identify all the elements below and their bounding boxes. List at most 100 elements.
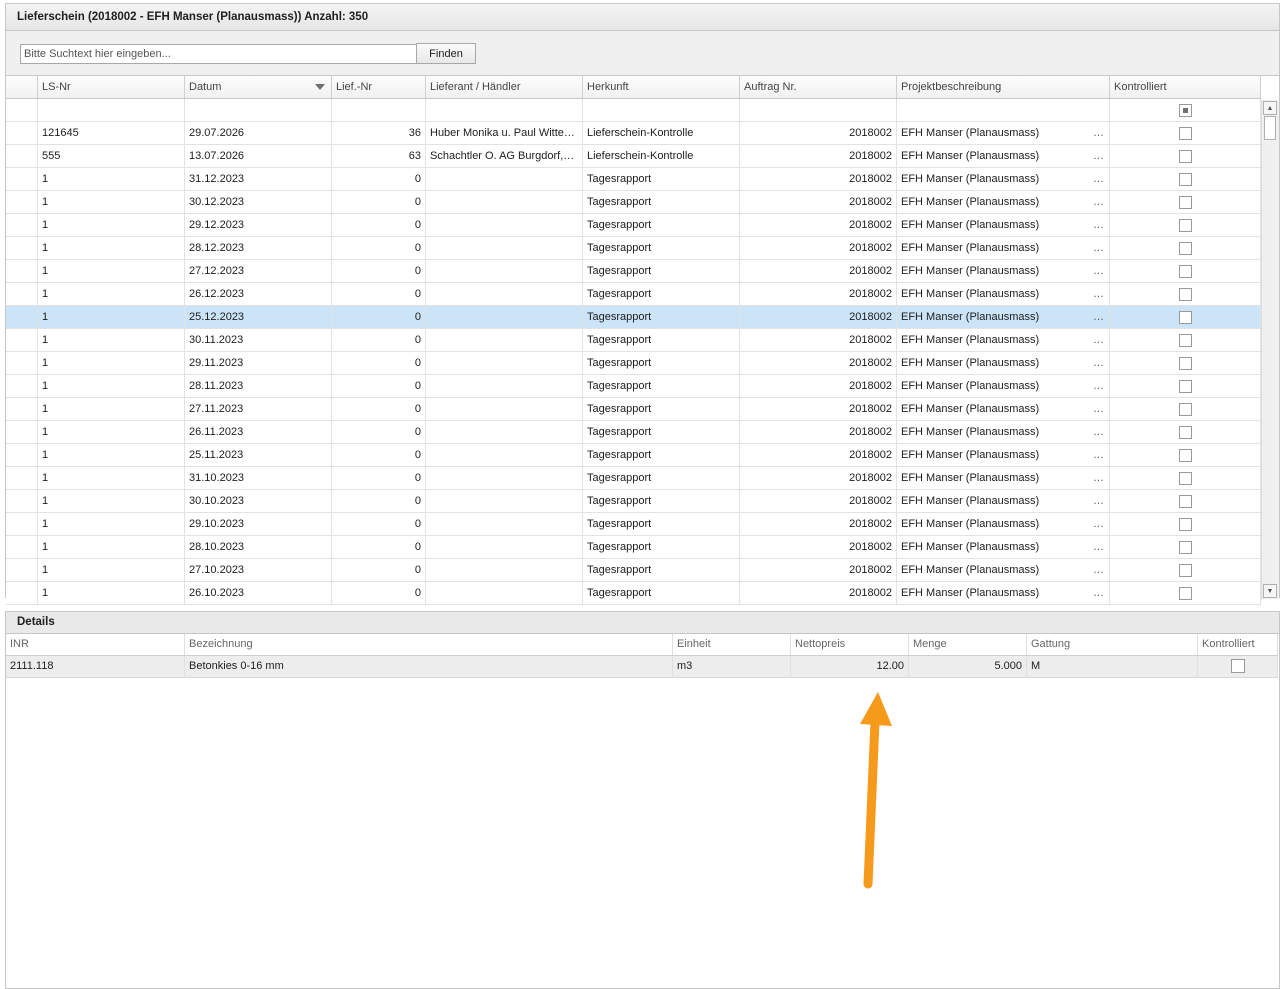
search-input[interactable] bbox=[20, 44, 418, 64]
grid-header-row[interactable]: LS-Nr Datum Lief.-Nr Lieferant / Händler Her… bbox=[6, 76, 1261, 99]
kontrolliert-checkbox[interactable] bbox=[1178, 287, 1192, 301]
kontrolliert-checkbox[interactable] bbox=[1178, 310, 1192, 324]
details-row[interactable]: 2111.118 Betonkies 0-16 mm m3 12.00 5.000 M bbox=[6, 656, 1278, 678]
filter-cell-datum[interactable] bbox=[185, 99, 332, 121]
table-row[interactable]: 1 28.11.2023 0 Tagesrapport 2018002 EFH Manse… bbox=[6, 375, 1261, 398]
filter-cell-lieferant[interactable] bbox=[426, 99, 583, 121]
filter-cell-lief-nr[interactable] bbox=[332, 99, 426, 121]
column-header-lieferant[interactable]: Lieferant / Händler bbox=[426, 76, 583, 98]
kontrolliert-checkbox[interactable] bbox=[1178, 448, 1192, 462]
table-row[interactable]: 1 29.10.2023 0 Tagesrapport 2018002 EFH Manse… bbox=[6, 513, 1261, 536]
kontrolliert-checkbox[interactable] bbox=[1178, 333, 1192, 347]
cell-kontrolliert[interactable] bbox=[1110, 559, 1261, 581]
more-ellipsis-icon[interactable]: … bbox=[1093, 168, 1104, 190]
cell-kontrolliert[interactable] bbox=[1110, 582, 1261, 604]
more-ellipsis-icon[interactable]: … bbox=[1093, 513, 1104, 535]
cell-kontrolliert[interactable] bbox=[1110, 191, 1261, 213]
details-column-header-kontrolliert[interactable]: Kontrolliert bbox=[1198, 634, 1278, 655]
filter-cell-auftrag[interactable] bbox=[740, 99, 897, 121]
find-button[interactable]: Finden bbox=[416, 43, 476, 64]
cell-kontrolliert[interactable] bbox=[1110, 122, 1261, 144]
column-header-datum[interactable]: Datum bbox=[185, 76, 332, 98]
kontrolliert-checkbox[interactable] bbox=[1178, 563, 1192, 577]
more-ellipsis-icon[interactable]: … bbox=[1093, 260, 1104, 282]
table-row[interactable]: 1 28.12.2023 0 Tagesrapport 2018002 EFH Manse… bbox=[6, 237, 1261, 260]
more-ellipsis-icon[interactable]: … bbox=[1093, 467, 1104, 489]
cell-kontrolliert[interactable] bbox=[1110, 237, 1261, 259]
cell-kontrolliert[interactable] bbox=[1110, 490, 1261, 512]
more-ellipsis-icon[interactable]: … bbox=[1093, 283, 1104, 305]
more-ellipsis-icon[interactable]: … bbox=[1093, 329, 1104, 351]
kontrolliert-checkbox[interactable] bbox=[1178, 172, 1192, 186]
kontrolliert-checkbox[interactable] bbox=[1178, 149, 1192, 163]
sort-descending-icon[interactable] bbox=[315, 84, 325, 90]
filter-cell-projekt[interactable] bbox=[897, 99, 1110, 121]
kontrolliert-checkbox[interactable] bbox=[1178, 517, 1192, 531]
cell-kontrolliert[interactable] bbox=[1110, 375, 1261, 397]
table-row[interactable]: 1 25.11.2023 0 Tagesrapport 2018002 EFH Manse… bbox=[6, 444, 1261, 467]
table-row[interactable]: 1 29.11.2023 0 Tagesrapport 2018002 EFH Manse… bbox=[6, 352, 1261, 375]
more-ellipsis-icon[interactable]: … bbox=[1093, 306, 1104, 328]
more-ellipsis-icon[interactable]: … bbox=[1093, 122, 1104, 144]
kontrolliert-checkbox[interactable] bbox=[1178, 126, 1192, 140]
filter-cell-kontrolliert[interactable] bbox=[1110, 99, 1261, 121]
more-ellipsis-icon[interactable]: … bbox=[1093, 352, 1104, 374]
table-row[interactable]: 1 30.12.2023 0 Tagesrapport 2018002 EFH Manse… bbox=[6, 191, 1261, 214]
kontrolliert-checkbox[interactable] bbox=[1178, 471, 1192, 485]
details-column-header-bezeichnung[interactable]: Bezeichnung bbox=[185, 634, 673, 655]
table-row[interactable]: 1 27.11.2023 0 Tagesrapport 2018002 EFH Manse… bbox=[6, 398, 1261, 421]
filter-cell-herkunft[interactable] bbox=[583, 99, 740, 121]
column-header-herkunft[interactable]: Herkunft bbox=[583, 76, 740, 98]
kontrolliert-checkbox[interactable] bbox=[1178, 241, 1192, 255]
column-header-lief-nr[interactable]: Lief.-Nr bbox=[332, 76, 426, 98]
kontrolliert-checkbox[interactable] bbox=[1178, 218, 1192, 232]
kontrolliert-checkbox[interactable] bbox=[1178, 264, 1192, 278]
scroll-thumb[interactable] bbox=[1264, 116, 1276, 140]
more-ellipsis-icon[interactable]: … bbox=[1093, 191, 1104, 213]
details-kontrolliert-checkbox[interactable] bbox=[1230, 659, 1245, 674]
filter-cell-ls-nr[interactable] bbox=[38, 99, 185, 121]
more-ellipsis-icon[interactable]: … bbox=[1093, 536, 1104, 558]
cell-kontrolliert[interactable] bbox=[1110, 283, 1261, 305]
cell-kontrolliert[interactable] bbox=[1110, 260, 1261, 282]
table-row[interactable]: 1 27.10.2023 0 Tagesrapport 2018002 EFH Manse… bbox=[6, 559, 1261, 582]
details-cell-kontrolliert[interactable] bbox=[1198, 656, 1278, 677]
cell-kontrolliert[interactable] bbox=[1110, 536, 1261, 558]
more-ellipsis-icon[interactable]: … bbox=[1093, 398, 1104, 420]
filter-checkbox[interactable] bbox=[1178, 103, 1192, 117]
column-header-ls-nr[interactable]: LS-Nr bbox=[38, 76, 185, 98]
table-row[interactable]: 555 13.07.2026 63 Schachtler O. AG Burgdorf… bbox=[6, 145, 1261, 168]
table-row[interactable]: 1 30.11.2023 0 Tagesrapport 2018002 EFH Manse… bbox=[6, 329, 1261, 352]
cell-kontrolliert[interactable] bbox=[1110, 145, 1261, 167]
table-row[interactable]: 1 30.10.2023 0 Tagesrapport 2018002 EFH Manse… bbox=[6, 490, 1261, 513]
more-ellipsis-icon[interactable]: … bbox=[1093, 375, 1104, 397]
column-header-kontrolliert[interactable]: Kontrolliert bbox=[1110, 76, 1261, 98]
column-header-auftrag[interactable]: Auftrag Nr. bbox=[740, 76, 897, 98]
column-header-indicator[interactable] bbox=[6, 76, 38, 98]
column-header-projekt[interactable]: Projektbeschreibung bbox=[897, 76, 1110, 98]
cell-kontrolliert[interactable] bbox=[1110, 214, 1261, 236]
more-ellipsis-icon[interactable]: … bbox=[1093, 559, 1104, 581]
table-row[interactable]: 1 31.10.2023 0 Tagesrapport 2018002 EFH Manse… bbox=[6, 467, 1261, 490]
more-ellipsis-icon[interactable]: … bbox=[1093, 444, 1104, 466]
details-column-header-inr[interactable]: INR bbox=[6, 634, 185, 655]
cell-kontrolliert[interactable] bbox=[1110, 444, 1261, 466]
more-ellipsis-icon[interactable]: … bbox=[1093, 214, 1104, 236]
kontrolliert-checkbox[interactable] bbox=[1178, 586, 1192, 600]
kontrolliert-checkbox[interactable] bbox=[1178, 425, 1192, 439]
kontrolliert-checkbox[interactable] bbox=[1178, 540, 1192, 554]
kontrolliert-checkbox[interactable] bbox=[1178, 356, 1192, 370]
vertical-scrollbar[interactable]: ▲ ▼ bbox=[1261, 100, 1279, 599]
table-row[interactable]: 1 26.10.2023 0 Tagesrapport 2018002 EFH Manse… bbox=[6, 582, 1261, 605]
cell-kontrolliert[interactable] bbox=[1110, 398, 1261, 420]
kontrolliert-checkbox[interactable] bbox=[1178, 379, 1192, 393]
details-column-header-menge[interactable]: Menge bbox=[909, 634, 1027, 655]
cell-kontrolliert[interactable] bbox=[1110, 352, 1261, 374]
table-row[interactable]: 1 27.12.2023 0 Tagesrapport 2018002 EFH Manse… bbox=[6, 260, 1261, 283]
more-ellipsis-icon[interactable]: … bbox=[1093, 421, 1104, 443]
more-ellipsis-icon[interactable]: … bbox=[1093, 490, 1104, 512]
cell-kontrolliert[interactable] bbox=[1110, 421, 1261, 443]
table-row[interactable]: 1 26.12.2023 0 Tagesrapport 2018002 EFH Manse… bbox=[6, 283, 1261, 306]
table-row[interactable]: 1 28.10.2023 0 Tagesrapport 2018002 EFH Manse… bbox=[6, 536, 1261, 559]
details-column-header-einheit[interactable]: Einheit bbox=[673, 634, 791, 655]
